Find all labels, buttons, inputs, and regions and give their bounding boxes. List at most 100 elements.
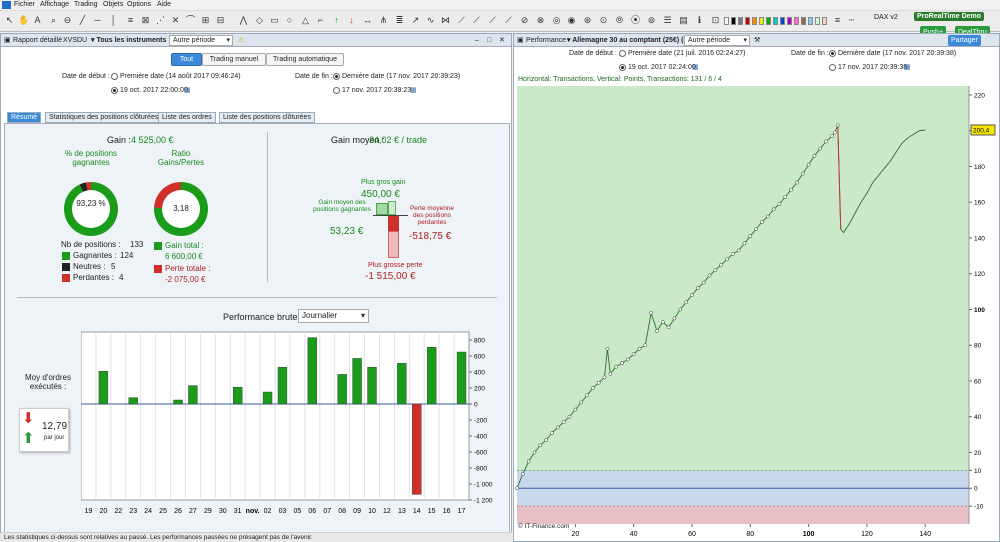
perf-calendar-icon-end[interactable]: ▦ xyxy=(904,63,911,71)
maximize-icon[interactable]: □ xyxy=(487,34,491,47)
tab-tout[interactable]: Tout xyxy=(171,53,202,66)
menu-options[interactable]: Options xyxy=(127,1,151,8)
zoom-out-icon[interactable]: ⊖ xyxy=(62,15,73,26)
color-swatch-brown[interactable] xyxy=(801,17,806,25)
line-width-icon[interactable]: ≡ xyxy=(832,15,843,26)
perf-start-date[interactable]: 19 oct. 2017 02:24:00 xyxy=(628,64,696,71)
color-swatch-white[interactable] xyxy=(724,17,729,25)
color-swatch-lightblue[interactable] xyxy=(808,17,813,25)
rectangle-icon[interactable]: ▭ xyxy=(269,15,280,26)
tab-trading-automatique[interactable]: Trading automatique xyxy=(266,53,344,66)
color-swatch-blue[interactable] xyxy=(780,17,785,25)
perf-period-dropdown[interactable]: Autre période ▾ xyxy=(684,35,750,46)
color-swatch-orange[interactable] xyxy=(752,17,757,25)
perf-calendar-icon[interactable]: ▦ xyxy=(692,63,699,71)
color-swatch-red[interactable] xyxy=(745,17,750,25)
triangle-icon[interactable]: △ xyxy=(300,15,311,26)
horizontal-line-icon[interactable]: ─ xyxy=(92,15,103,26)
zigzag-icon[interactable]: ⋀ xyxy=(238,15,249,26)
menu-trading[interactable]: Trading xyxy=(74,1,97,8)
tab-liste-ordres[interactable]: Liste des ordres xyxy=(158,112,216,123)
instrument-dropdown[interactable]: ▾ Allemagne 30 au comptant (25€) (-) xyxy=(567,34,688,47)
menu-fichier[interactable]: Fichier xyxy=(14,1,35,8)
color-swatch-gray[interactable] xyxy=(738,17,743,25)
start-first-radio[interactable] xyxy=(111,73,118,80)
tool-9-icon[interactable]: ⊙ xyxy=(598,15,609,26)
range-icon[interactable]: ↔ xyxy=(362,15,373,26)
tab-resume[interactable]: Résumé xyxy=(7,112,42,123)
zoom-icon[interactable]: ⌕ xyxy=(48,15,59,26)
minimize-icon[interactable]: – xyxy=(475,34,479,47)
calendar-icon[interactable]: ▦ xyxy=(184,86,191,94)
period-select[interactable]: Autre période ▾ xyxy=(169,35,233,46)
channel-icon[interactable]: ≡ xyxy=(125,15,136,26)
fibonacci-icon[interactable]: ≣ xyxy=(394,15,405,26)
perf-end-date[interactable]: 17 nov. 2017 20:39:38 xyxy=(838,64,907,71)
perf-end-date-radio[interactable] xyxy=(829,64,836,71)
color-swatch-lightred[interactable] xyxy=(822,17,827,25)
tab-liste-positions[interactable]: Liste des positions clôturées xyxy=(219,112,315,123)
cross-icon[interactable]: ✕ xyxy=(170,15,181,26)
menu-objets[interactable]: Objets xyxy=(103,1,123,8)
ellipse-icon[interactable]: ○ xyxy=(284,15,295,26)
end-date-radio[interactable] xyxy=(333,87,340,94)
end-date-value[interactable]: 17 nov. 2017 20:39:23 xyxy=(342,87,411,94)
close-icon[interactable]: ✕ xyxy=(499,34,505,47)
color-swatch-pink[interactable] xyxy=(794,17,799,25)
color-swatch-black[interactable] xyxy=(731,17,736,25)
tool-11-icon[interactable]: ⦿ xyxy=(630,15,641,26)
start-date-radio[interactable] xyxy=(111,87,118,94)
tool-4-icon[interactable]: ⊘ xyxy=(519,15,530,26)
tool-7-icon[interactable]: ◉ xyxy=(566,15,577,26)
calendar-icon-end[interactable]: ▦ xyxy=(410,86,417,94)
tool-5-icon[interactable]: ⊗ xyxy=(535,15,546,26)
fan-icon[interactable]: ⋰ xyxy=(155,15,166,26)
menu-aide[interactable]: Aide xyxy=(157,1,171,8)
tab-statistiques[interactable]: Statistiques des positions clôturées xyxy=(45,112,163,123)
sell-arrow-icon[interactable]: ↓ xyxy=(346,15,357,26)
share-button[interactable]: Partager xyxy=(948,35,981,46)
tool-3-icon[interactable]: ⟋ xyxy=(503,15,514,26)
gann-icon[interactable]: ⊞ xyxy=(200,15,211,26)
perf-end-last-radio[interactable] xyxy=(829,50,836,57)
box-icon[interactable]: ⊠ xyxy=(140,15,151,26)
scope-dropdown[interactable]: ▾ Tous les instruments xyxy=(91,34,166,47)
tool-16-icon[interactable]: ⊡ xyxy=(710,15,721,26)
ruler-icon[interactable]: ⊟ xyxy=(215,15,226,26)
end-last-radio[interactable] xyxy=(333,73,340,80)
tool-12-icon[interactable]: ⊚ xyxy=(646,15,657,26)
polyline-icon[interactable]: ⌐ xyxy=(315,15,326,26)
tool-13-icon[interactable]: ☰ xyxy=(662,15,673,26)
wrench-icon[interactable]: ⚒ xyxy=(754,34,760,47)
color-swatch-lightgreen[interactable] xyxy=(815,17,820,25)
tool-10-icon[interactable]: ⦾ xyxy=(614,15,625,26)
trend-icon[interactable]: ⟋ xyxy=(456,15,467,26)
perf-start-date-radio[interactable] xyxy=(619,64,626,71)
arrow-icon[interactable]: ↗ xyxy=(410,15,421,26)
tool-2-icon[interactable]: ⟋ xyxy=(487,15,498,26)
tool-15-icon[interactable]: ℹ xyxy=(694,15,705,26)
tool-8-icon[interactable]: ⊛ xyxy=(582,15,593,26)
line-style-icon[interactable]: ┄ xyxy=(846,15,857,26)
line-icon[interactable]: ╱ xyxy=(77,15,88,26)
arc-icon[interactable]: ⌒ xyxy=(185,15,196,26)
perf-period-select[interactable]: Journalier ▾ xyxy=(298,309,369,323)
perf-start-first-radio[interactable] xyxy=(619,50,626,57)
diamond-icon[interactable]: ◇ xyxy=(254,15,265,26)
hand-icon[interactable]: ✋ xyxy=(18,15,29,26)
color-swatch-cyan[interactable] xyxy=(773,17,778,25)
start-date-value[interactable]: 19 oct. 2017 22:00:00 xyxy=(120,87,188,94)
buy-arrow-icon[interactable]: ↑ xyxy=(331,15,342,26)
tab-trading-manuel[interactable]: Trading manuel xyxy=(202,53,266,66)
tool-1-icon[interactable]: ⟋ xyxy=(471,15,482,26)
menu-affichage[interactable]: Affichage xyxy=(40,1,69,8)
color-swatch-purple[interactable] xyxy=(787,17,792,25)
vertical-line-icon[interactable]: │ xyxy=(108,15,119,26)
cursor-icon[interactable]: ↖ xyxy=(4,15,15,26)
text-icon[interactable]: A xyxy=(32,15,43,26)
tool-6-icon[interactable]: ◎ xyxy=(551,15,562,26)
color-swatch-green[interactable] xyxy=(766,17,771,25)
tool-14-icon[interactable]: ▤ xyxy=(678,15,689,26)
wave-icon[interactable]: ∿ xyxy=(425,15,436,26)
pitchfork-icon[interactable]: ⋔ xyxy=(378,15,389,26)
